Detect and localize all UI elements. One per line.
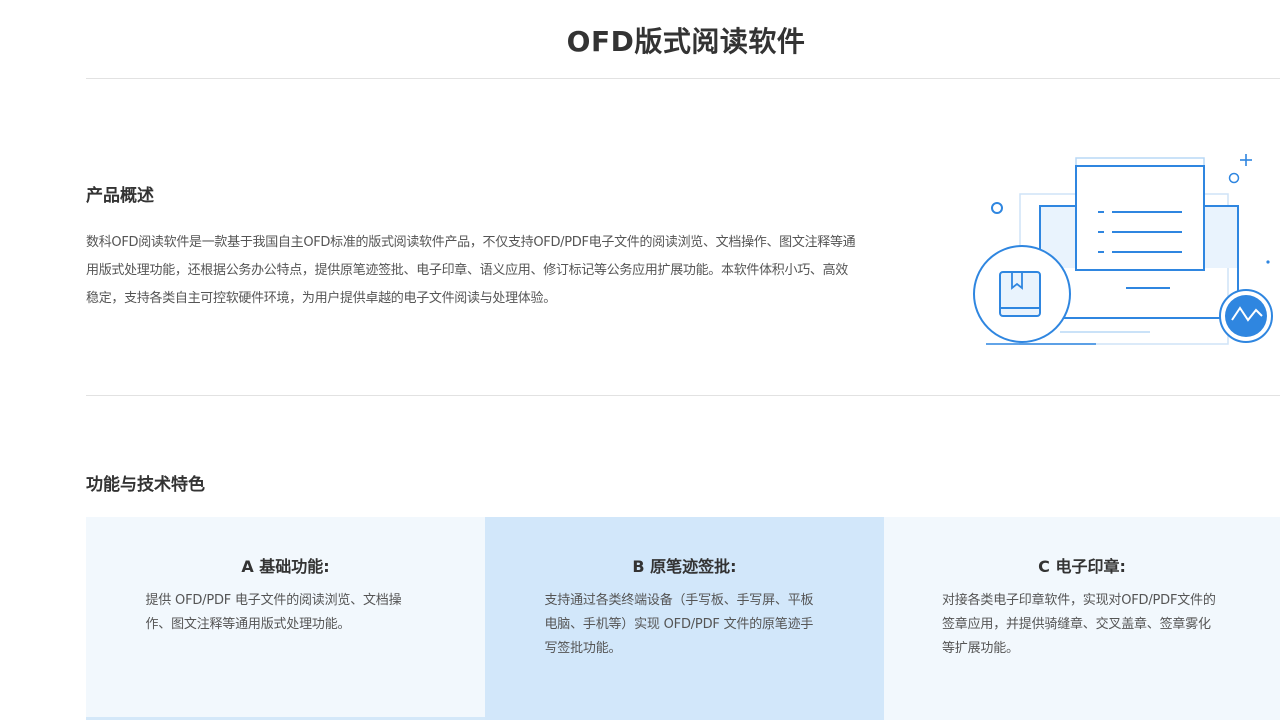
feature-card-desc: 支持通过各类终端设备（手写板、手写屏、平板电脑、手机等）实现 OFD/PDF 文…: [544, 593, 814, 656]
section-divider: [86, 395, 1280, 396]
plus-icon: [1240, 154, 1252, 166]
feature-card-desc: 对接各类电子印章软件，实现对OFD/PDF文件的签章应用，并提供骑缝章、交叉盖章…: [942, 593, 1216, 656]
feature-card-title: B 原笔迹签批:: [632, 557, 737, 576]
book-icon: [973, 245, 1071, 343]
page-title: OFD版式阅读软件: [566, 25, 806, 58]
feature-card-basic: A 基础功能: 提供 OFD/PDF 电子文件的阅读浏览、文档操作、图文注释等通…: [86, 517, 485, 720]
feature-card-handwriting: B 原笔迹签批: 支持通过各类终端设备（手写板、手写屏、平板电脑、手机等）实现 …: [485, 517, 884, 720]
document-icon: [1075, 165, 1205, 289]
feature-cards: A 基础功能: 提供 OFD/PDF 电子文件的阅读浏览、文档操作、图文注释等通…: [86, 517, 1280, 720]
feature-card-desc: 提供 OFD/PDF 电子文件的阅读浏览、文档操作、图文注释等通用版式处理功能。: [145, 593, 402, 632]
features-heading: 功能与技术特色: [86, 475, 205, 495]
product-illustration: [960, 150, 1280, 350]
title-divider: [86, 78, 1280, 79]
page: OFD版式阅读软件 产品概述 数科OFD阅读软件是一款基于我国自主OFD标准的版…: [0, 0, 1280, 720]
overview-heading: 产品概述: [86, 186, 154, 206]
feature-card-title: C 电子印章:: [1038, 557, 1126, 576]
feature-card-title: A 基础功能:: [241, 557, 330, 576]
feature-card-seal: C 电子印章: 对接各类电子印章软件，实现对OFD/PDF文件的签章应用，并提供…: [884, 517, 1280, 720]
chart-wave-icon: [1219, 289, 1273, 343]
overview-text: 数科OFD阅读软件是一款基于我国自主OFD标准的版式阅读软件产品，不仅支持OFD…: [86, 235, 856, 306]
